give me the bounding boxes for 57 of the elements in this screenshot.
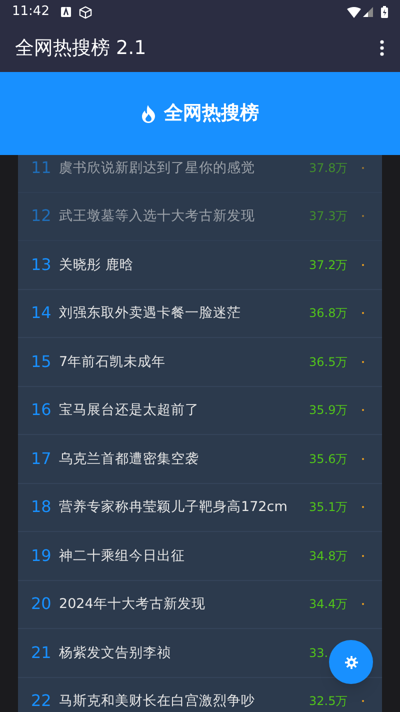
heat-count: 35.6万 [309, 450, 349, 468]
hot-search-row[interactable]: 17 乌克兰首都遭密集空袭 35.6万 [18, 435, 382, 484]
rank-number: 15 [31, 350, 52, 373]
hot-search-row[interactable]: 13 关晓彤 鹿晗 37.2万 [18, 241, 382, 290]
rank-number: 11 [31, 156, 52, 179]
more-menu-icon[interactable] [380, 40, 384, 56]
cube-icon [79, 6, 92, 18]
heat-count: 35.9万 [309, 402, 349, 420]
rank-number: 12 [31, 205, 52, 228]
hot-search-row[interactable]: 11 虞书欣说新剧达到了星你的感觉 37.8万 [18, 155, 382, 192]
topic-title: 神二十乘组今日出征 [59, 546, 186, 566]
heat-count: 32.5万 [309, 693, 349, 710]
app-title: 全网热搜榜 2.1 [15, 36, 146, 61]
topic-title: 虞书欣说新剧达到了星你的感觉 [59, 158, 256, 178]
battery-icon [381, 6, 388, 18]
hot-search-row[interactable]: 20 2024年十大考古新发现 34.4万 [18, 580, 382, 629]
rank-number: 17 [31, 448, 52, 470]
rank-number: 18 [31, 496, 52, 518]
topic-title: 宝马展台还是太超前了 [59, 401, 200, 420]
hot-search-row[interactable]: 12 武王墩墓等入选十大考古新发现 37.3万 [18, 192, 382, 241]
heat-count: 36.5万 [309, 354, 349, 371]
topic-title: 武王墩墓等入选十大考古新发现 [59, 207, 256, 226]
notification-icon [61, 7, 72, 17]
topic-title: 乌克兰首都遭密集空袭 [59, 450, 200, 469]
heat-count: 34.4万 [309, 596, 349, 614]
topic-title: 2024年十大考古新发现 [59, 595, 206, 614]
topic-title: 7年前石凯未成年 [59, 352, 167, 372]
header-title: 全网热搜榜 [164, 101, 259, 126]
topic-title: 关晓彤 鹿晗 [59, 256, 134, 275]
hot-search-row[interactable]: 14 刘强东取外卖遇卡餐一脸迷茫 36.8万 [18, 290, 382, 338]
rank-number: 19 [31, 544, 52, 567]
settings-icon [344, 656, 358, 668]
hot-search-row[interactable]: 19 神二十乘组今日出征 34.8万 [18, 532, 382, 580]
heat-count: 37.2万 [309, 256, 349, 274]
rank-number: 14 [31, 302, 52, 324]
topic-title: 杨紫发文告别李祯 [59, 644, 172, 663]
heat-count: 37.3万 [309, 208, 349, 226]
heat-count: 34.8万 [309, 548, 349, 565]
heat-count: 36.8万 [309, 305, 349, 322]
heat-count: 35.1万 [309, 499, 349, 516]
rank-number: 21 [31, 642, 52, 664]
wifi-icon [347, 6, 361, 18]
hot-search-row[interactable]: 18 营养专家称冉莹颖儿子靶身高172cm 35.1万 [18, 484, 382, 532]
rank-number: 20 [31, 593, 52, 616]
topic-title: 营养专家称冉莹颖儿子靶身高172cm [59, 498, 288, 518]
heat-count: 33. [309, 644, 330, 662]
topic-title: 刘强东取外卖遇卡餐一脸迷茫 [59, 304, 242, 324]
flame-icon [141, 104, 156, 122]
heat-count: 37.8万 [309, 160, 349, 177]
signal-icon [363, 7, 373, 17]
rank-number: 13 [31, 254, 52, 276]
topic-title: 马斯克和美财长在白宫激烈争吵 [59, 692, 256, 712]
status-time: 11:42 [12, 3, 50, 22]
hot-search-row[interactable]: 15 7年前石凯未成年 36.5万 [18, 338, 382, 386]
rank-number: 22 [31, 690, 52, 712]
rank-number: 16 [31, 399, 52, 422]
hot-search-row[interactable]: 16 宝马展台还是太超前了 35.9万 [18, 386, 382, 435]
